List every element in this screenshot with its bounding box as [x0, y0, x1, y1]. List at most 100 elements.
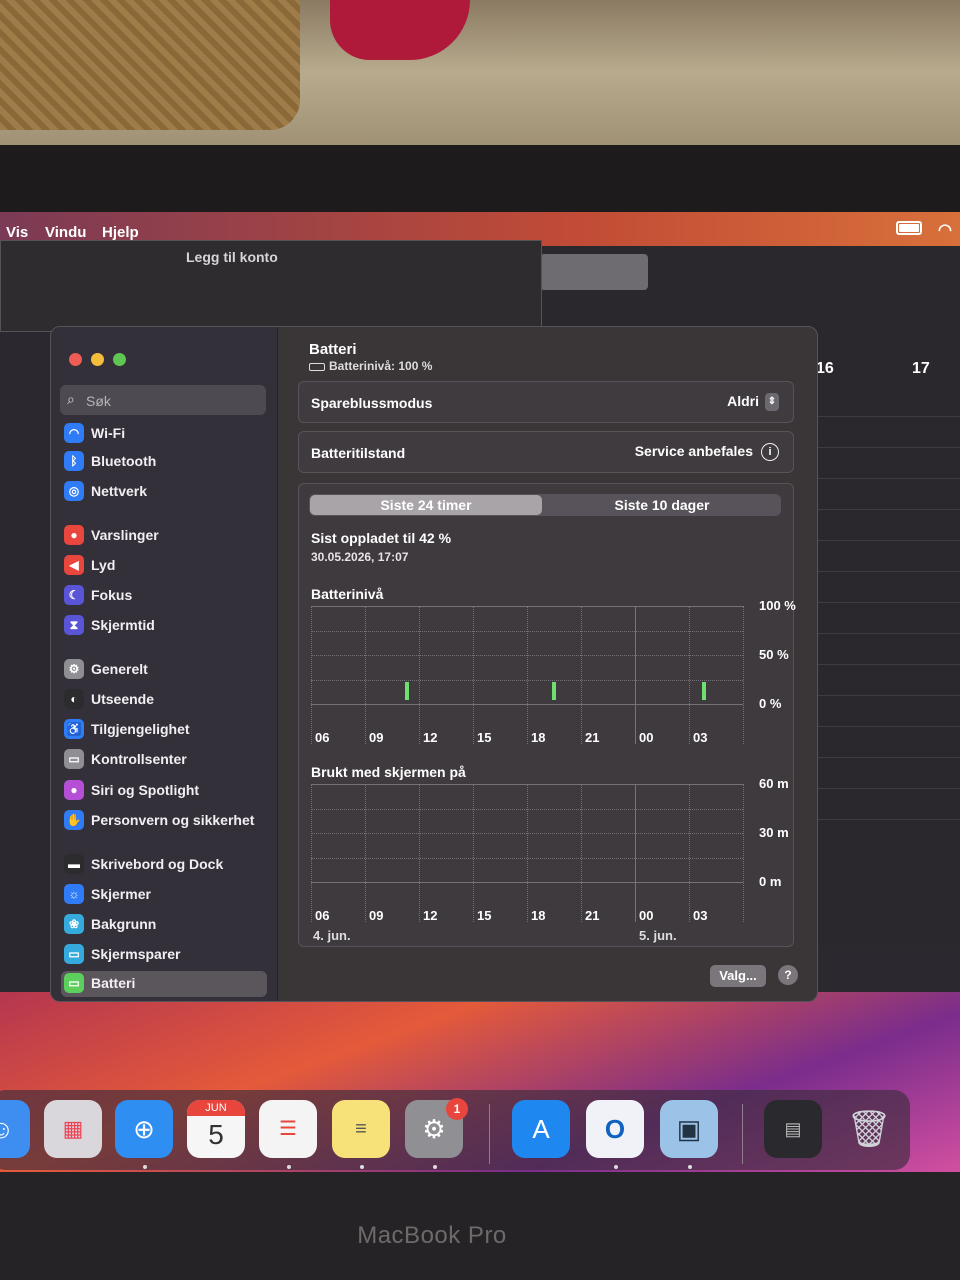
grid-line — [473, 606, 474, 744]
low-power-select[interactable]: Aldri ⇕ — [727, 393, 779, 412]
sidebar-item-label: Siri og Spotlight — [91, 782, 200, 798]
finder-icon[interactable]: ☺ — [0, 1100, 30, 1158]
tab-last-24-hours[interactable]: Siste 24 timer — [310, 495, 542, 515]
running-indicator — [143, 1165, 147, 1169]
page-title: Batteri — [309, 341, 357, 358]
sidebar-item-utseende[interactable]: ◐ Utseende — [61, 687, 267, 713]
minimize-button[interactable] — [91, 353, 104, 366]
speaker-icon: ◀ — [64, 555, 84, 575]
date-label: 4. jun. — [313, 928, 351, 943]
outlook-icon[interactable]: O — [586, 1100, 644, 1158]
grid-line — [311, 606, 312, 744]
sidebar-item-personvern-og-sikkerhet[interactable]: ✋ Personvern og sikkerhet — [61, 808, 267, 834]
date-label: 5. jun. — [639, 928, 677, 943]
x-tick-label: 09 — [369, 730, 384, 745]
background-account-window: Legg til konto — [0, 240, 542, 332]
sidebar-item-label: Varslinger — [91, 527, 159, 543]
screensaver-icon: ▭ — [64, 944, 84, 964]
close-button[interactable] — [69, 353, 82, 366]
bluetooth-icon: ᛒ — [64, 451, 84, 471]
y-tick-label: 0 % — [759, 696, 782, 711]
search-icon: ⌕ — [67, 391, 75, 407]
sidebar-item-label: Bakgrunn — [91, 916, 157, 932]
options-button[interactable]: Valg... — [710, 965, 766, 987]
safari-icon[interactable]: ⊕ — [115, 1100, 173, 1158]
preview-icon[interactable]: ▣ — [660, 1100, 718, 1158]
sidebar-item-label: Fokus — [91, 587, 133, 603]
sidebar-item-skrivebord-og-dock[interactable]: ▬ Skrivebord og Dock — [61, 852, 267, 878]
y-tick-label: 60 m — [759, 776, 789, 791]
x-tick-label: 03 — [693, 730, 708, 745]
sidebar-item-fokus[interactable]: ☾ Fokus — [61, 583, 267, 609]
siri-icon: ● — [64, 780, 84, 800]
x-tick-label: 06 — [315, 908, 330, 923]
wifi-status-icon[interactable]: ◠ — [938, 220, 952, 240]
sidebar-item-tilgjengelighet[interactable]: ♿ Tilgjengelighet — [61, 717, 267, 743]
screen: Vis Vindu Hjelp ◠ 16 17 Legg til konto ⌕… — [0, 212, 960, 1172]
grid-line — [689, 606, 690, 744]
sidebar-item-nettverk[interactable]: ◎ Nettverk — [61, 479, 267, 505]
sidebar-item-skjermer[interactable]: ☼ Skjermer — [61, 882, 267, 908]
battery-health-value: Service anbefales — [634, 443, 753, 459]
calendar-grid — [816, 386, 960, 846]
sidebar-item-skjermsparer[interactable]: ▭ Skjermsparer — [61, 942, 267, 968]
menu-vis[interactable]: Vis — [6, 224, 28, 241]
battery-level-subtitle: Batterinivå: 100 % — [309, 359, 432, 373]
sidebar-item-skjermtid[interactable]: ⧗ Skjermtid — [61, 613, 267, 639]
windows-icon[interactable]: ▤ — [764, 1100, 822, 1158]
low-power-value: Aldri — [727, 393, 759, 409]
basket — [0, 0, 300, 130]
sidebar-item-bluetooth[interactable]: ᛒ Bluetooth — [61, 449, 267, 475]
screen-usage-chart: 06 09 12 15 18 21 00 03 60 m 30 m 0 m 4. jun. 5. jun… — [311, 776, 789, 943]
x-tick-label: 21 — [585, 908, 600, 923]
calendar-icon[interactable]: JUN 5 — [187, 1100, 245, 1158]
zoom-button[interactable] — [113, 353, 126, 366]
grid-line — [689, 784, 690, 922]
sidebar-item-batteri[interactable]: ▭ Batteri — [61, 971, 267, 997]
sidebar-item-label: Tilgjengelighet — [91, 721, 190, 737]
battery-level-chart-label: Batterinivå — [311, 586, 384, 602]
bell-icon: ● — [64, 525, 84, 545]
grid-line — [311, 784, 312, 922]
sidebar-item-wi-fi[interactable]: ◠ Wi-Fi — [61, 421, 267, 447]
gear-icon: ⚙ — [64, 659, 84, 679]
sidebar-item-bakgrunn[interactable]: ❀ Bakgrunn — [61, 912, 267, 938]
sidebar-item-varslinger[interactable]: ● Varslinger — [61, 523, 267, 549]
sidebar-item-lyd[interactable]: ◀ Lyd — [61, 553, 267, 579]
x-tick-label: 21 — [585, 730, 600, 745]
calendar-month: JUN — [187, 1100, 245, 1116]
menu-vindu[interactable]: Vindu — [45, 224, 86, 241]
launchpad-icon[interactable]: ▦ — [44, 1100, 102, 1158]
app-store-icon[interactable]: A — [512, 1100, 570, 1158]
search-input[interactable]: ⌕ Søk — [60, 385, 266, 415]
reminders-icon[interactable]: ☰ — [259, 1100, 317, 1158]
trash-icon[interactable]: 🗑 — [840, 1100, 898, 1158]
grid-line — [581, 784, 582, 922]
running-indicator — [360, 1165, 364, 1169]
sidebar-item-siri-og-spotlight[interactable]: ● Siri og Spotlight — [61, 778, 267, 804]
menu-hjelp[interactable]: Hjelp — [102, 224, 139, 241]
tab-last-10-days[interactable]: Siste 10 dager — [545, 495, 779, 515]
running-indicator — [614, 1165, 618, 1169]
sidebar-item-kontrollsenter[interactable]: ▭ Kontrollsenter — [61, 747, 267, 773]
device-label: MacBook Pro — [357, 1222, 507, 1249]
sidebar-item-label: Skjermer — [91, 886, 151, 902]
grid-line — [365, 784, 366, 922]
toolbar-field — [540, 254, 648, 290]
sidebar-item-label: Lyd — [91, 557, 116, 573]
notes-icon[interactable]: ≡ — [332, 1100, 390, 1158]
x-tick-label: 12 — [423, 730, 438, 745]
x-tick-label: 12 — [423, 908, 438, 923]
x-tick-label: 15 — [477, 908, 492, 923]
help-button[interactable]: ? — [778, 965, 798, 985]
battery-pane: Batteri Batterinivå: 100 % Spareblussmod… — [278, 327, 817, 1001]
sidebar-item-generelt[interactable]: ⚙ Generelt — [61, 657, 267, 683]
wifi-icon: ◠ — [64, 423, 84, 443]
battery-status-icon[interactable] — [896, 221, 922, 235]
y-tick-label: 100 % — [759, 598, 796, 613]
x-tick-label: 18 — [531, 730, 546, 745]
info-icon[interactable]: i — [761, 443, 779, 462]
sidebar-item-label: Utseende — [91, 691, 155, 707]
last-charged-text: Sist oppladet til 42 % — [311, 530, 452, 546]
battery-level-chart: 06 09 12 15 18 21 00 03 100 % 50 % 0 % — [311, 598, 796, 746]
